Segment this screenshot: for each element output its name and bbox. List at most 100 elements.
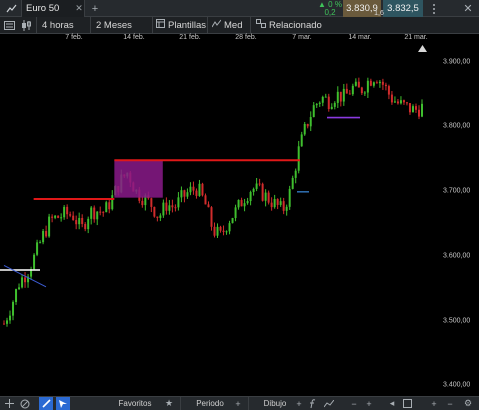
candle-down bbox=[270, 202, 273, 208]
candle-up bbox=[273, 199, 276, 208]
star-icon[interactable]: ★ bbox=[163, 397, 175, 410]
candle-down bbox=[414, 106, 417, 110]
candle-down bbox=[57, 215, 60, 218]
range-label: 2 Meses bbox=[96, 19, 132, 31]
candle-up bbox=[288, 188, 291, 207]
indicator-icon bbox=[211, 19, 222, 31]
candle-up bbox=[303, 123, 306, 135]
candle-up bbox=[186, 192, 189, 197]
add-tab-icon[interactable]: + bbox=[88, 0, 102, 17]
candle-up bbox=[63, 206, 66, 218]
period-add-icon[interactable]: + bbox=[232, 397, 244, 410]
period-button[interactable]: Periodo bbox=[190, 397, 230, 410]
no-entry-icon[interactable] bbox=[18, 397, 32, 410]
favorites-button[interactable]: Favoritos bbox=[110, 397, 160, 410]
candle-down bbox=[381, 81, 384, 85]
candle-up bbox=[378, 81, 381, 84]
date-label: 7 mar. bbox=[292, 34, 312, 41]
candle-down bbox=[195, 190, 198, 196]
candle-up bbox=[9, 315, 12, 321]
candle-down bbox=[417, 109, 420, 117]
toolbar-divider bbox=[250, 17, 251, 33]
function-icon[interactable] bbox=[307, 397, 319, 410]
candle-up bbox=[399, 100, 402, 104]
instrument-tab[interactable]: Euro 50 ✕ bbox=[21, 0, 85, 17]
candle-down bbox=[153, 206, 156, 217]
menu-dots-icon[interactable] bbox=[428, 0, 440, 17]
date-label: 7 feb. bbox=[65, 34, 83, 41]
scroll-left-icon[interactable]: ◂ bbox=[386, 397, 398, 410]
candle-down bbox=[174, 207, 177, 209]
candle-down bbox=[258, 183, 261, 185]
candlestick-type-icon[interactable] bbox=[19, 17, 33, 33]
reset-icon[interactable] bbox=[401, 397, 413, 410]
indicator-button[interactable]: Med bbox=[211, 17, 242, 33]
candle-up bbox=[318, 102, 321, 104]
range-dropdown[interactable]: 2 Meses bbox=[96, 17, 132, 33]
candle-down bbox=[81, 218, 84, 224]
candle-down bbox=[150, 198, 153, 207]
date-label: 28 feb. bbox=[235, 34, 257, 41]
buy-price-button[interactable]: 3.832,5 bbox=[383, 0, 423, 17]
footer-divider bbox=[248, 397, 249, 410]
trend-chart-icon[interactable] bbox=[4, 0, 18, 17]
zoom-minus-icon[interactable]: − bbox=[444, 397, 456, 410]
candle-up bbox=[300, 134, 303, 147]
scroll-up-icon[interactable] bbox=[418, 39, 427, 57]
crosshair-icon[interactable] bbox=[2, 397, 16, 410]
chart-list-icon[interactable] bbox=[2, 17, 16, 33]
candle-up bbox=[177, 197, 180, 208]
candle-up bbox=[78, 218, 81, 225]
interval-dropdown[interactable]: 4 horas bbox=[42, 17, 74, 33]
close-tab-icon[interactable]: ✕ bbox=[74, 3, 84, 14]
candle-up bbox=[330, 106, 333, 110]
price-label: 3.500,00 bbox=[443, 317, 471, 325]
candle-up bbox=[285, 206, 288, 211]
candle-up bbox=[54, 215, 57, 218]
zoom-in-icon[interactable]: + bbox=[363, 397, 375, 410]
candle-down bbox=[3, 323, 5, 325]
drawing-tools-icon[interactable] bbox=[56, 397, 70, 410]
price-label: 3.800,00 bbox=[443, 122, 471, 130]
candle-down bbox=[72, 215, 75, 221]
settings-gear-icon[interactable]: ⚙ bbox=[462, 397, 474, 410]
candle-up bbox=[6, 320, 9, 324]
candlestick-chart[interactable] bbox=[0, 44, 440, 396]
candle-up bbox=[168, 205, 171, 211]
zoom-plus-icon[interactable]: + bbox=[428, 397, 440, 410]
candle-down bbox=[402, 100, 405, 103]
candle-down bbox=[84, 223, 87, 230]
candle-up bbox=[231, 218, 234, 224]
candle-up bbox=[421, 103, 423, 117]
candle-down bbox=[201, 183, 204, 196]
candle-down bbox=[360, 87, 363, 94]
pencil-icon[interactable] bbox=[39, 397, 53, 410]
candle-up bbox=[18, 287, 21, 290]
price-axis: 3.900,00 3.800,00 3.700,00 3.600,00 3.50… bbox=[440, 44, 479, 396]
candle-up bbox=[198, 183, 201, 196]
interval-label: 4 horas bbox=[42, 19, 74, 31]
candle-up bbox=[363, 92, 366, 94]
candle-down bbox=[156, 216, 159, 218]
candle-down bbox=[282, 201, 285, 211]
close-window-icon[interactable]: ✕ bbox=[461, 0, 475, 17]
candle-down bbox=[183, 190, 186, 197]
candle-down bbox=[261, 183, 264, 201]
candle-up bbox=[393, 101, 396, 103]
drawing-add-icon[interactable]: + bbox=[294, 397, 304, 410]
candle-up bbox=[342, 88, 345, 102]
candle-up bbox=[96, 211, 99, 220]
related-button[interactable]: Relacionado bbox=[256, 17, 322, 33]
templates-button[interactable]: Plantillas bbox=[156, 17, 206, 33]
candle-up bbox=[159, 215, 162, 218]
candle-down bbox=[165, 202, 168, 211]
date-label: 14 mar. bbox=[348, 34, 372, 41]
related-icon bbox=[256, 19, 266, 31]
compare-icon[interactable] bbox=[323, 397, 335, 410]
drawing-button[interactable]: Dibujo bbox=[258, 397, 292, 410]
candle-down bbox=[192, 186, 195, 191]
drawing-label: Dibujo bbox=[263, 399, 287, 408]
zoom-out-icon[interactable]: − bbox=[348, 397, 360, 410]
price-chart[interactable] bbox=[0, 44, 440, 396]
candle-up bbox=[36, 242, 39, 255]
